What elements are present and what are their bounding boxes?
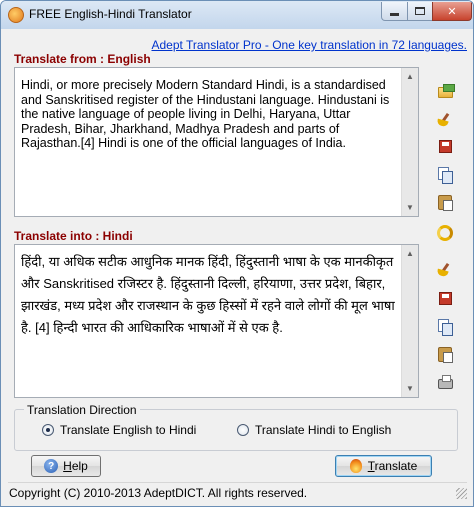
help-button-label: Help <box>63 459 88 473</box>
paste-icon <box>438 194 453 211</box>
save-source-button[interactable] <box>434 135 456 157</box>
save-target-button[interactable] <box>434 287 456 309</box>
help-button[interactable]: ? Help <box>31 455 101 477</box>
minimize-button[interactable] <box>381 2 408 21</box>
target-label: Translate into : Hindi <box>14 229 133 243</box>
translate-flame-icon <box>349 459 362 473</box>
close-button[interactable]: ✕ <box>432 2 472 21</box>
source-scrollbar[interactable]: ▲ ▼ <box>401 68 418 216</box>
promo-link[interactable]: Adept Translator Pro - One key translati… <box>151 38 467 52</box>
direction-group-title: Translation Direction <box>24 403 140 417</box>
help-icon: ? <box>44 459 59 473</box>
maximize-icon <box>415 7 425 15</box>
translate-button-label: Translate <box>367 459 418 473</box>
radio-label: Translate English to Hindi <box>60 423 197 437</box>
clear-source-button[interactable] <box>434 109 456 131</box>
radio-english-to-hindi[interactable]: Translate English to Hindi <box>42 423 196 437</box>
translator-window: FREE English-Hindi Translator ✕ Adept Tr… <box>0 0 474 507</box>
maximize-button[interactable] <box>407 2 433 21</box>
target-text[interactable]: हिंदी, या अधिक सटीक आधुनिक मानक हिंदी, ह… <box>21 251 395 339</box>
clear-broom-icon <box>437 113 453 127</box>
paste-source-button[interactable] <box>434 191 456 213</box>
copyright-text: Copyright (C) 2010-2013 AdeptDICT. All r… <box>9 486 308 500</box>
swap-languages-button[interactable] <box>434 222 456 244</box>
app-logo-icon <box>8 7 24 23</box>
clear-broom-icon <box>437 263 453 277</box>
minimize-icon <box>390 12 399 16</box>
resize-grip-icon[interactable] <box>456 488 467 499</box>
title-bar[interactable]: FREE English-Hindi Translator ✕ <box>1 1 473 29</box>
scroll-up-icon[interactable]: ▲ <box>402 68 418 85</box>
window-title: FREE English-Hindi Translator <box>29 7 192 21</box>
scroll-up-icon[interactable]: ▲ <box>402 245 418 262</box>
scroll-down-icon[interactable]: ▼ <box>402 380 418 397</box>
open-folder-icon <box>437 83 455 98</box>
print-target-button[interactable] <box>434 371 456 393</box>
source-text[interactable]: Hindi, or more precisely Modern Standard… <box>21 78 395 151</box>
client-area: Adept Translator Pro - One key translati… <box>8 29 467 501</box>
translate-button[interactable]: Translate <box>335 455 432 477</box>
scroll-down-icon[interactable]: ▼ <box>402 199 418 216</box>
radio-unchecked-icon[interactable] <box>237 424 249 436</box>
close-icon: ✕ <box>447 5 457 18</box>
copy-target-button[interactable] <box>434 315 456 337</box>
radio-hindi-to-english[interactable]: Translate Hindi to English <box>237 423 391 437</box>
paste-icon <box>438 346 453 363</box>
status-bar: Copyright (C) 2010-2013 AdeptDICT. All r… <box>8 482 467 501</box>
open-file-button[interactable] <box>434 81 456 103</box>
target-scrollbar[interactable]: ▲ ▼ <box>401 245 418 397</box>
source-textbox[interactable]: Hindi, or more precisely Modern Standard… <box>14 67 419 217</box>
copy-icon <box>438 166 453 184</box>
target-textbox[interactable]: हिंदी, या अधिक सटीक आधुनिक मानक हिंदी, ह… <box>14 244 419 398</box>
radio-checked-icon[interactable] <box>42 424 54 436</box>
save-icon <box>438 291 452 305</box>
copy-source-button[interactable] <box>434 163 456 185</box>
print-icon <box>437 374 453 389</box>
radio-label: Translate Hindi to English <box>255 423 392 437</box>
save-icon <box>438 139 452 153</box>
swap-icon <box>437 225 453 241</box>
copy-icon <box>438 318 453 336</box>
paste-target-button[interactable] <box>434 343 456 365</box>
clear-target-button[interactable] <box>434 259 456 281</box>
source-label: Translate from : English <box>14 52 151 66</box>
